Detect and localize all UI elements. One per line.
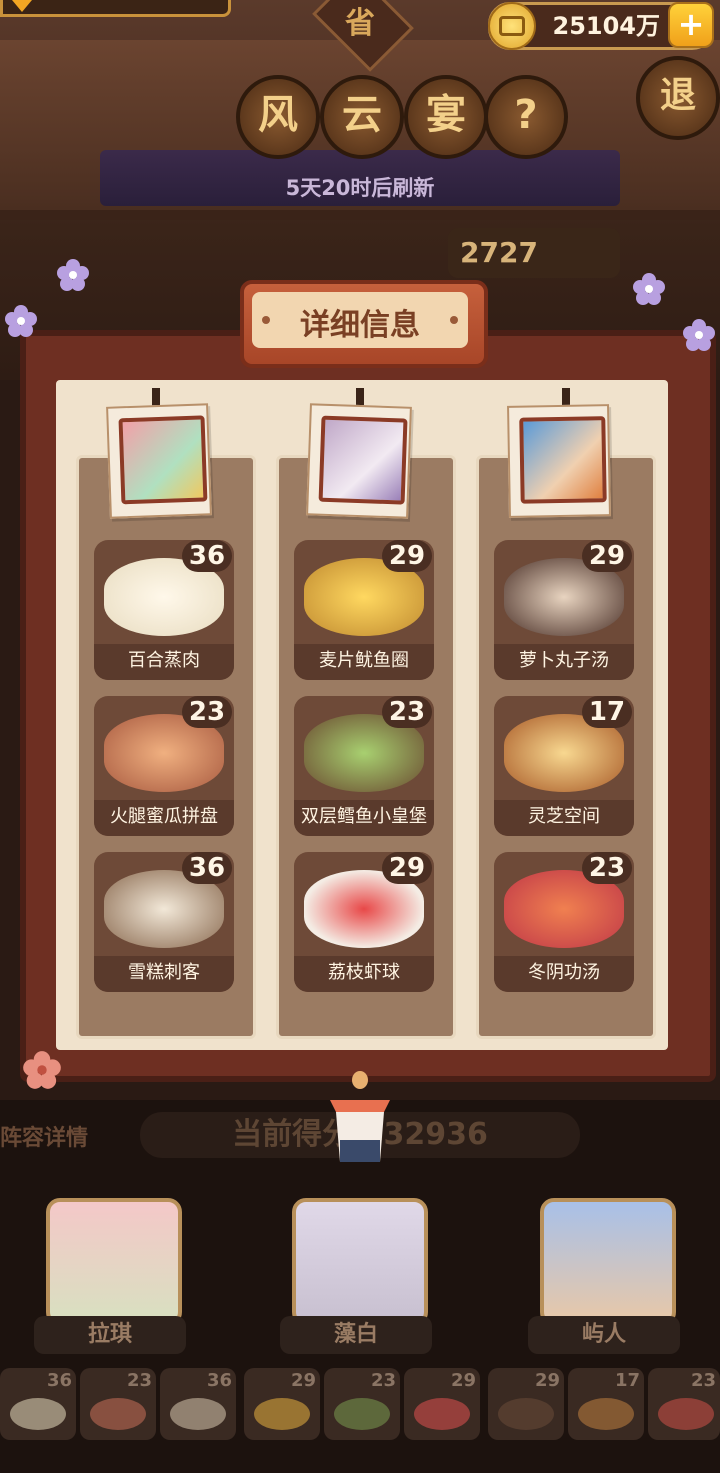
rank-icon: [12, 0, 32, 12]
dish-card[interactable]: 36 百合蒸肉: [94, 540, 234, 680]
mini-dish-card[interactable]: 17: [568, 1368, 644, 1440]
dish-card[interactable]: 23 双层鳕鱼小皇堡: [294, 696, 434, 836]
portrait-image: [519, 416, 607, 504]
mini-dish-card[interactable]: 36: [0, 1368, 76, 1440]
character-portrait-3: [507, 404, 611, 518]
dish-name: 麦片鱿鱼圈: [294, 644, 434, 680]
flower-icon: [23, 1051, 61, 1089]
mini-dish-score: 36: [206, 1370, 232, 1391]
dish-card[interactable]: 29 麦片鱿鱼圈: [294, 540, 434, 680]
dish-icon: [578, 1398, 634, 1430]
coin-amount: 25104万: [552, 12, 661, 40]
panel-title: 详细信息: [300, 308, 420, 343]
dish-score: 29: [382, 852, 432, 884]
title-char-yun: 云: [320, 75, 404, 159]
dish-score: 23: [582, 852, 632, 884]
character-card-zaobai[interactable]: [292, 1198, 428, 1326]
dish-name: 萝卜丸子汤: [494, 644, 634, 680]
dish-score: 36: [182, 852, 232, 884]
dish-icon: [498, 1398, 554, 1430]
character-portrait-2: [306, 403, 412, 519]
province-label: 省: [345, 6, 375, 41]
dish-name: 火腿蜜瓜拼盘: [94, 800, 234, 836]
dish-card[interactable]: 23 冬阴功汤: [494, 852, 634, 992]
mini-dish-score: 36: [46, 1370, 72, 1391]
coin-icon: [488, 2, 536, 50]
dish-icon: [414, 1398, 470, 1430]
character-card-yuren[interactable]: [540, 1198, 676, 1326]
dish-name: 灵芝空间: [494, 800, 634, 836]
dish-name: 雪糕刺客: [94, 956, 234, 992]
dish-card[interactable]: 17 灵芝空间: [494, 696, 634, 836]
add-coins-button[interactable]: +: [668, 2, 714, 48]
mini-dish-score: 17: [614, 1370, 640, 1391]
mini-dish-card[interactable]: 23: [648, 1368, 720, 1440]
mini-dish-card[interactable]: 23: [80, 1368, 156, 1440]
dish-card[interactable]: 23 火腿蜜瓜拼盘: [94, 696, 234, 836]
refresh-timer: 5天20时后刷新: [285, 176, 435, 200]
flower-icon: [683, 319, 715, 351]
lineup-details-link[interactable]: 阵容详情: [0, 1120, 88, 1152]
dish-score: 23: [182, 696, 232, 728]
mini-dish-score: 29: [534, 1370, 560, 1391]
dish-icon: [170, 1398, 226, 1430]
character-portrait-1: [106, 403, 212, 519]
exit-button[interactable]: 退: [636, 56, 720, 140]
title-char-feng: 风: [236, 75, 320, 159]
dish-card[interactable]: 29 荔枝虾球: [294, 852, 434, 992]
mini-dish-card[interactable]: 29: [404, 1368, 480, 1440]
mini-dish-card[interactable]: 23: [324, 1368, 400, 1440]
mini-dish-score: 23: [126, 1370, 152, 1391]
portrait-image: [118, 415, 208, 505]
flower-icon: [57, 259, 89, 291]
dish-score: 23: [382, 696, 432, 728]
mini-dish-score: 29: [450, 1370, 476, 1391]
dish-icon: [90, 1398, 146, 1430]
character-name-yuren: 屿人: [528, 1316, 680, 1354]
dish-icon: [10, 1398, 66, 1430]
dish-name: 百合蒸肉: [94, 644, 234, 680]
character-card-laqi[interactable]: [46, 1198, 182, 1326]
flower-icon: [633, 273, 665, 305]
dish-card[interactable]: 29 萝卜丸子汤: [494, 540, 634, 680]
character-name-zaobai: 藻白: [280, 1316, 432, 1354]
dish-icon: [254, 1398, 310, 1430]
mini-dish-card[interactable]: 29: [244, 1368, 320, 1440]
rank-bar[interactable]: [0, 0, 231, 17]
dish-score: 29: [582, 540, 632, 572]
character-name-laqi: 拉琪: [34, 1316, 186, 1354]
flower-icon: [5, 305, 37, 337]
portrait-image: [318, 415, 408, 505]
dish-card[interactable]: 36 雪糕刺客: [94, 852, 234, 992]
tassel-ornament-icon: [330, 1071, 390, 1162]
mini-dish-card[interactable]: 29: [488, 1368, 564, 1440]
dish-score: 29: [382, 540, 432, 572]
dish-name: 荔枝虾球: [294, 956, 434, 992]
title-char-yan: 宴: [404, 75, 488, 159]
dish-icon: [334, 1398, 390, 1430]
top-score: 2727: [448, 228, 620, 278]
mini-dish-score: 23: [690, 1370, 716, 1391]
mini-dish-score: 29: [290, 1370, 316, 1391]
dish-score: 17: [582, 696, 632, 728]
dish-name: 冬阴功汤: [494, 956, 634, 992]
mini-dish-score: 23: [370, 1370, 396, 1391]
help-button[interactable]: ?: [484, 75, 568, 159]
mini-dish-card[interactable]: 36: [160, 1368, 236, 1440]
dish-icon: [658, 1398, 714, 1430]
dish-name: 双层鳕鱼小皇堡: [294, 800, 434, 836]
dish-score: 36: [182, 540, 232, 572]
